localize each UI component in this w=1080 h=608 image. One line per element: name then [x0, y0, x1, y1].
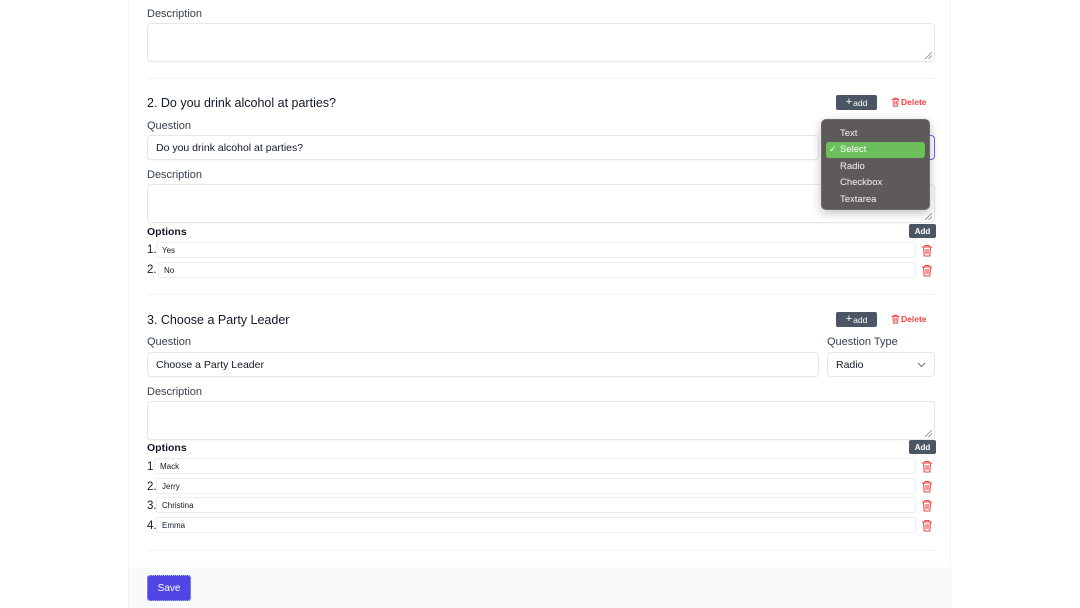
description-textarea-q1[interactable] [147, 23, 935, 62]
add-option-button[interactable]: Add [909, 440, 936, 454]
divider [147, 550, 935, 551]
survey-form-card: Description 2. Do you drink alcohol at p… [128, 0, 952, 608]
options-title: Options [147, 442, 187, 454]
option-label: Checkbox [840, 177, 883, 189]
delete-option-trash-icon[interactable] [921, 460, 933, 473]
delete-option-trash-icon[interactable] [921, 264, 933, 277]
question-type-label: Question Type [827, 336, 898, 348]
chevron-down-icon [917, 362, 926, 367]
options-title: Options [147, 226, 187, 238]
form-footer: Save [129, 567, 952, 608]
option-number: 2. [147, 264, 157, 276]
option-value: Emma [162, 520, 186, 530]
trash-icon [891, 314, 900, 324]
delete-label: Delete [901, 314, 927, 324]
delete-question-button[interactable]: Delete [891, 314, 927, 324]
description-label: Description [147, 8, 203, 20]
option-value: No [164, 265, 175, 275]
delete-label: Delete [901, 97, 927, 107]
resize-handle-icon[interactable] [925, 213, 932, 220]
question-label: Question [147, 120, 192, 132]
dropdown-option-checkbox[interactable]: Checkbox [826, 175, 925, 192]
option-input[interactable]: Jerry [156, 478, 916, 494]
option-label: Textarea [840, 193, 877, 205]
delete-option-trash-icon[interactable] [921, 499, 933, 512]
question-type-select[interactable]: Radio [827, 352, 935, 377]
option-value: Christina [162, 500, 194, 510]
resize-handle-icon[interactable] [925, 430, 932, 437]
option-input[interactable]: Yes [156, 242, 916, 258]
add-label: add [853, 97, 868, 108]
divider [147, 294, 935, 295]
option-label: Select [840, 144, 867, 156]
add-question-button[interactable]: + add [836, 95, 877, 110]
description-textarea[interactable] [147, 401, 935, 440]
delete-question-button[interactable]: Delete [891, 97, 927, 107]
question-input[interactable]: Do you drink alcohol at parties? [147, 135, 819, 160]
question-title: 2. Do you drink alcohol at parties? [147, 96, 336, 110]
question-type-value: Radio [836, 358, 864, 371]
dropdown-option-select[interactable]: ✓ Select [826, 141, 925, 158]
question-title: 3. Choose a Party Leader [147, 313, 290, 327]
trash-icon [891, 97, 900, 107]
delete-option-trash-icon[interactable] [921, 480, 933, 493]
delete-option-trash-icon[interactable] [921, 519, 933, 532]
option-value: Jerry [162, 481, 180, 491]
divider [147, 78, 935, 79]
plus-icon: + [845, 96, 853, 108]
dropdown-option-text[interactable]: Text [826, 125, 925, 142]
description-label: Description [147, 169, 203, 181]
resize-handle-icon[interactable] [925, 52, 932, 59]
dropdown-option-textarea[interactable]: Textarea [826, 191, 925, 208]
option-value: Yes [162, 245, 176, 255]
description-textarea[interactable] [147, 184, 935, 223]
option-label: Text [840, 127, 858, 139]
option-input[interactable]: Mack [154, 458, 916, 474]
question-label: Question [147, 336, 192, 348]
question-value: Choose a Party Leader [156, 358, 264, 371]
dropdown-option-radio[interactable]: Radio [826, 158, 925, 175]
option-input[interactable]: Emma [156, 517, 916, 533]
delete-option-trash-icon[interactable] [921, 244, 933, 257]
option-value: Mack [160, 461, 180, 471]
option-input[interactable]: No [158, 262, 916, 278]
option-input[interactable]: Christina [156, 497, 916, 513]
add-option-button[interactable]: Add [909, 224, 936, 238]
add-question-button[interactable]: + add [836, 312, 877, 327]
description-label: Description [147, 386, 203, 398]
question-type-dropdown-menu: Text ✓ Select Radio Checkbox Textarea [821, 119, 930, 210]
option-label: Radio [840, 160, 865, 172]
checkmark-icon: ✓ [829, 144, 837, 155]
plus-icon: + [845, 313, 853, 325]
question-input[interactable]: Choose a Party Leader [147, 352, 819, 377]
add-label: add [853, 314, 868, 325]
save-button[interactable]: Save [147, 575, 191, 601]
question-value: Do you drink alcohol at parties? [156, 141, 304, 154]
